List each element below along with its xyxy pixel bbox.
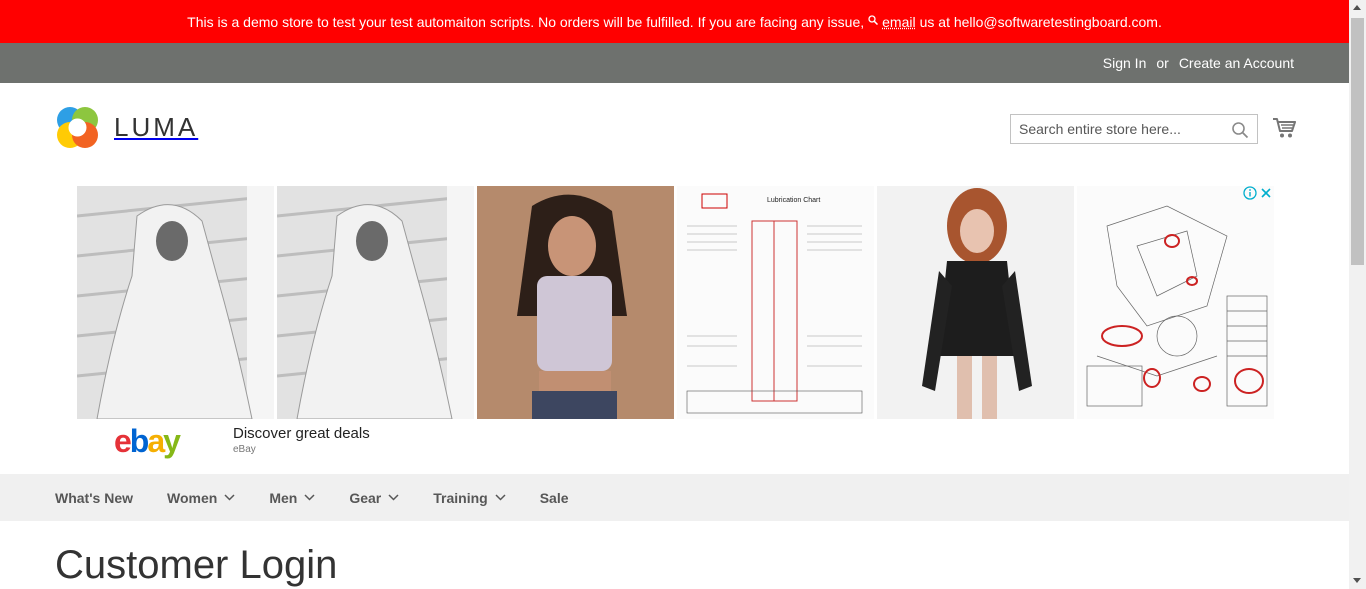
- nav-label: Sale: [539, 489, 569, 506]
- nav-label: Gear: [349, 489, 382, 506]
- chevron-down-icon: [388, 494, 399, 501]
- nav-label: What's New: [55, 489, 134, 506]
- svg-text:ebay: ebay: [114, 423, 181, 459]
- demo-store-banner: This is a demo store to test your test a…: [0, 0, 1349, 43]
- chevron-down-icon: [224, 494, 235, 501]
- cart-icon[interactable]: [1272, 117, 1296, 139]
- page-scrollbar[interactable]: [1349, 0, 1366, 589]
- scroll-up-arrow-icon[interactable]: [1353, 5, 1361, 10]
- nav-label: Training: [433, 489, 488, 506]
- nav-item-gear[interactable]: Gear: [349, 490, 399, 506]
- scrollbar-thumb[interactable]: [1351, 18, 1364, 265]
- ad-photo-woman-stairs-2[interactable]: [277, 186, 474, 419]
- page-title: Customer Login: [55, 543, 338, 587]
- search-icon[interactable]: [1231, 121, 1249, 139]
- scroll-down-arrow-icon[interactable]: [1353, 578, 1361, 583]
- nav-label: Men: [269, 489, 298, 506]
- header-links: Sign In or Create an Account: [1103, 43, 1294, 83]
- banner-text: This is a demo store to test your test a…: [187, 13, 865, 30]
- ebay-logo: ebay: [114, 423, 183, 459]
- luma-logo-icon: [57, 107, 98, 148]
- chevron-down-icon: [495, 494, 506, 501]
- banner-text-after: us at hello@softwaretestingboard.com.: [919, 13, 1162, 30]
- ad-photo-woman-tanktop[interactable]: [477, 186, 674, 419]
- ad-source: eBay: [233, 444, 256, 455]
- nav-item-training[interactable]: Training: [433, 489, 506, 506]
- ad-close-icon[interactable]: [1259, 186, 1273, 200]
- ad-photo-lubrication-chart[interactable]: Lubrication Chart: [677, 186, 874, 419]
- nav-item-women[interactable]: Women: [167, 490, 235, 506]
- ad-photo-parts-diagram[interactable]: [1077, 186, 1274, 419]
- magnifier-icon: [868, 15, 879, 28]
- nav-label: Women: [167, 489, 218, 506]
- search-box: [1010, 114, 1258, 144]
- create-account-link[interactable]: Create an Account: [1179, 55, 1294, 71]
- main-navigation: What's New Women Men Gear Training Sale: [0, 474, 1349, 521]
- nav-item-men[interactable]: Men: [269, 490, 315, 506]
- email-link[interactable]: email: [882, 14, 915, 30]
- header-panel: Sign In or Create an Account: [0, 43, 1349, 83]
- ad-footer[interactable]: ebay Discover great deals eBay: [77, 420, 1273, 470]
- or-separator: or: [1156, 55, 1169, 71]
- logo-text: LUMA: [114, 112, 199, 142]
- ad-photo-woman-leather[interactable]: [877, 186, 1074, 419]
- nav-item-sale[interactable]: Sale: [540, 490, 569, 506]
- ad-photo-woman-stairs-1[interactable]: [77, 186, 274, 419]
- search-input[interactable]: [1011, 115, 1237, 143]
- advertisement[interactable]: Lubrication Chart: [77, 186, 1274, 419]
- sign-in-link[interactable]: Sign In: [1103, 55, 1147, 71]
- luma-logo[interactable]: LUMA: [55, 105, 198, 150]
- ad-headline[interactable]: Discover great deals: [233, 425, 370, 442]
- ad-info-icon[interactable]: [1243, 186, 1257, 200]
- lubrication-chart-caption: Lubrication Chart: [767, 197, 820, 204]
- chevron-down-icon: [304, 494, 315, 501]
- nav-item-whats-new[interactable]: What's New: [55, 490, 133, 506]
